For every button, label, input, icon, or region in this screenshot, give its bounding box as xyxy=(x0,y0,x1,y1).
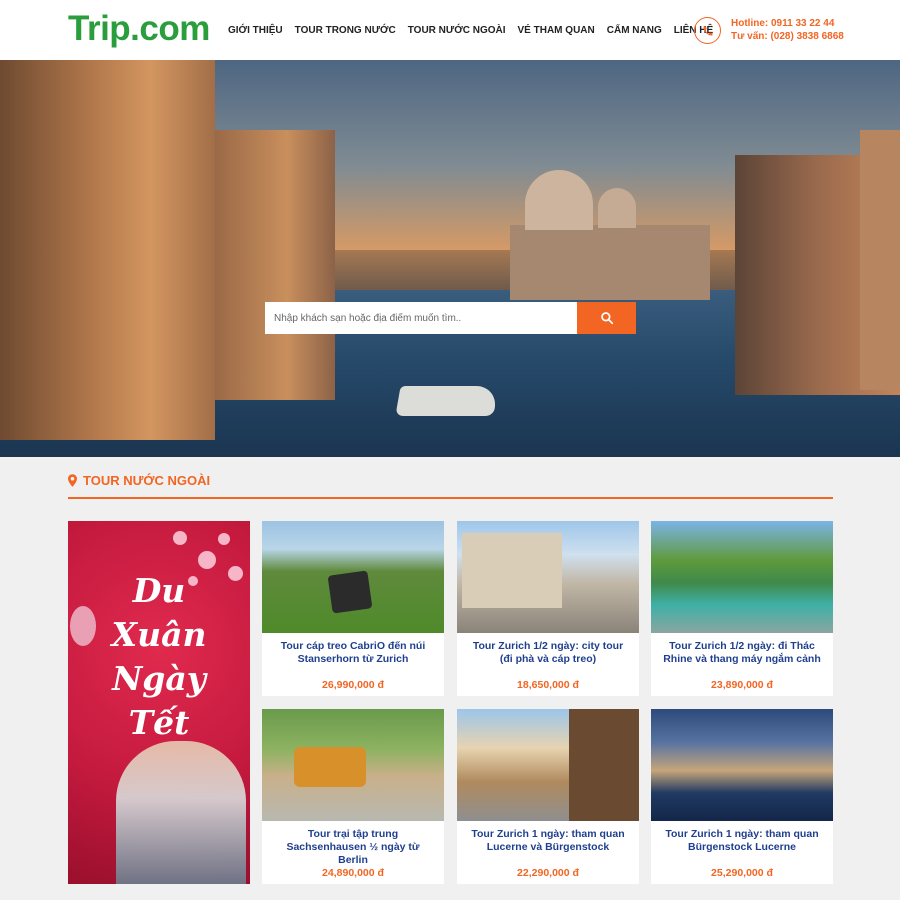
contact-info: Hotline: 0911 33 22 44 Tư vấn: (028) 383… xyxy=(731,17,844,43)
tour-price: 23,890,000 đ xyxy=(711,679,773,691)
cable-car-shape xyxy=(327,570,373,614)
search-input[interactable] xyxy=(265,302,577,334)
search-button[interactable] xyxy=(577,302,636,334)
search-bar xyxy=(265,302,636,334)
tour-card[interactable]: Tour Zurich 1/2 ngày: city tour (đi phà … xyxy=(457,521,639,696)
nav-item-international-tours[interactable]: TOUR NƯỚC NGOÀI xyxy=(408,25,506,36)
site-logo[interactable]: Trip.com xyxy=(68,9,210,49)
tour-card[interactable]: Tour trại tập trung Sachsenhausen ½ ngày… xyxy=(262,709,444,884)
tour-image xyxy=(457,521,639,633)
tour-price: 18,650,000 đ xyxy=(517,679,579,691)
tour-image xyxy=(262,521,444,633)
main-nav: GIỚI THIỆU TOUR TRONG NƯỚC TOUR NƯỚC NGO… xyxy=(222,0,719,60)
search-icon xyxy=(600,312,613,325)
tour-price: 22,290,000 đ xyxy=(517,867,579,879)
promo-line: Du xyxy=(132,571,186,610)
hero-building-left xyxy=(0,60,215,440)
tour-card[interactable]: Tour cáp treo CabriO đến núi Stanserhorn… xyxy=(262,521,444,696)
promo-line: Ngày xyxy=(112,659,206,698)
tour-train-shape xyxy=(294,747,366,787)
tour-price: 25,290,000 đ xyxy=(711,867,773,879)
hero-dome-small xyxy=(598,188,636,228)
hero-dome xyxy=(525,170,593,230)
promo-line: Xuân xyxy=(111,615,207,654)
map-pin-icon xyxy=(68,474,77,487)
tour-title[interactable]: Tour Zurich 1 ngày: tham quan Lucerne và… xyxy=(457,821,639,861)
promo-line: Tết xyxy=(128,703,190,742)
hero-church xyxy=(510,225,710,300)
tour-card[interactable]: Tour Zurich 1/2 ngày: đi Thác Rhine và t… xyxy=(651,521,833,696)
nav-item-domestic-tours[interactable]: TOUR TRONG NƯỚC xyxy=(295,25,396,36)
blossom-decoration xyxy=(173,531,187,545)
nav-item-about[interactable]: GIỚI THIỆU xyxy=(228,25,283,36)
promo-text: Du Xuân Ngày Tết xyxy=(68,569,250,745)
section-title: TOUR NƯỚC NGOÀI xyxy=(83,473,211,488)
tour-price: 24,890,000 đ xyxy=(322,867,384,879)
hero-banner xyxy=(0,60,900,457)
tour-image xyxy=(651,521,833,633)
hero-building-right-2 xyxy=(860,130,900,390)
section-header: TOUR NƯỚC NGOÀI xyxy=(68,473,210,488)
tour-price: 26,990,000 đ xyxy=(322,679,384,691)
tour-title[interactable]: Tour Zurich 1/2 ngày: city tour (đi phà … xyxy=(457,633,639,673)
family-photo xyxy=(116,741,246,884)
building-shape xyxy=(462,533,562,608)
promo-banner[interactable]: Du Xuân Ngày Tết xyxy=(68,521,250,884)
tour-title[interactable]: Tour Zurich 1/2 ngày: đi Thác Rhine và t… xyxy=(651,633,833,673)
nav-item-guide[interactable]: CẨM NANG xyxy=(607,25,662,36)
building-shape xyxy=(569,709,639,821)
tour-image xyxy=(651,709,833,821)
tour-image xyxy=(457,709,639,821)
section-divider xyxy=(68,497,833,499)
site-header: Trip.com GIỚI THIỆU TOUR TRONG NƯỚC TOUR… xyxy=(0,0,900,60)
tour-title[interactable]: Tour cáp treo CabriO đến núi Stanserhorn… xyxy=(262,633,444,673)
phone-icon[interactable] xyxy=(694,17,721,44)
hero-boat xyxy=(395,386,499,416)
blossom-decoration xyxy=(198,551,216,569)
hero-building-left-2 xyxy=(215,130,335,400)
tour-image xyxy=(262,709,444,821)
blossom-decoration xyxy=(218,533,230,545)
tour-card[interactable]: Tour Zurich 1 ngày: tham quan Bürgenstoc… xyxy=(651,709,833,884)
tour-card[interactable]: Tour Zurich 1 ngày: tham quan Lucerne và… xyxy=(457,709,639,884)
nav-item-tickets[interactable]: VÉ THAM QUAN xyxy=(518,25,595,36)
tour-title[interactable]: Tour trại tập trung Sachsenhausen ½ ngày… xyxy=(262,821,444,866)
tour-title[interactable]: Tour Zurich 1 ngày: tham quan Bürgenstoc… xyxy=(651,821,833,861)
hotline-text[interactable]: Hotline: 0911 33 22 44 xyxy=(731,17,844,30)
consult-text[interactable]: Tư vấn: (028) 3838 6868 xyxy=(731,30,844,43)
